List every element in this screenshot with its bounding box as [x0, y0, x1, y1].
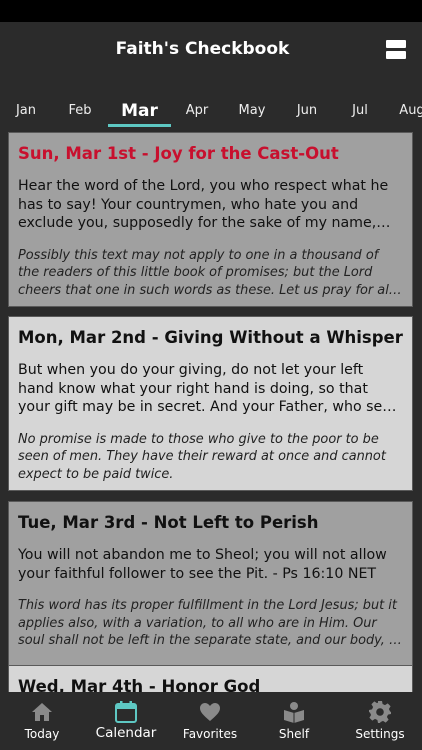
card-scripture: You will not abandon me to Sheol; you wi…	[18, 547, 387, 582]
devotion-card[interactable]: Mon, Mar 2nd - Giving Without a Whisper …	[8, 316, 413, 491]
tab-may[interactable]: May	[228, 94, 276, 130]
card-commentary: This word has its proper fulfillment in …	[18, 598, 402, 648]
tab-favorites[interactable]: Favorites	[168, 692, 252, 750]
tab-apr[interactable]: Apr	[173, 94, 221, 130]
app-header: Faith's Checkbook	[0, 22, 422, 94]
tab-label: Shelf	[278, 727, 310, 741]
tab-calendar[interactable]: Calendar	[84, 692, 168, 750]
active-tab-indicator	[108, 124, 171, 127]
tab-jul[interactable]: Jul	[336, 94, 384, 130]
tab-settings[interactable]: Settings	[338, 692, 422, 750]
bottom-tab-bar: Today Calendar Favorites Shelf Settings	[0, 692, 422, 750]
card-scripture: But when you do your giving, do not let …	[18, 362, 399, 415]
tab-jun[interactable]: Jun	[283, 94, 331, 130]
status-bar	[0, 0, 422, 22]
card-scripture: Hear the word of the Lord, you who respe…	[18, 178, 389, 231]
devotion-card[interactable]: Wed, Mar 4th - Honor God	[8, 665, 413, 692]
app-title: Faith's Checkbook	[115, 39, 290, 59]
tab-today[interactable]: Today	[0, 692, 84, 750]
devotion-card[interactable]: Tue, Mar 3rd - Not Left to Perish You wi…	[8, 501, 413, 676]
card-title: Tue, Mar 3rd - Not Left to Perish	[18, 513, 319, 532]
card-title: Mon, Mar 2nd - Giving Without a Whisper	[18, 328, 403, 347]
devotion-card[interactable]: Sun, Mar 1st - Joy for the Cast-Out Hear…	[8, 132, 413, 307]
home-icon	[32, 703, 52, 721]
tab-jan[interactable]: Jan	[2, 94, 50, 130]
tab-shelf[interactable]: Shelf	[252, 692, 336, 750]
card-title: Wed, Mar 4th - Honor God	[18, 677, 261, 692]
tab-aug[interactable]: Aug	[388, 94, 422, 130]
card-commentary: Possibly this text may not apply to one …	[18, 247, 393, 298]
book-reader-icon	[284, 702, 304, 723]
gear-icon	[369, 701, 391, 723]
devotion-list[interactable]: Sun, Mar 1st - Joy for the Cast-Out Hear…	[0, 130, 422, 692]
card-title: Sun, Mar 1st - Joy for the Cast-Out	[18, 144, 339, 163]
tab-feb[interactable]: Feb	[56, 94, 104, 130]
tab-label: Favorites	[182, 727, 238, 741]
month-tabs: Jan Feb Mar Apr May Jun Jul Aug	[0, 94, 422, 130]
tab-label: Today	[24, 727, 60, 741]
menu-icon[interactable]	[386, 40, 406, 60]
tab-label: Calendar	[95, 725, 157, 741]
calendar-icon	[115, 701, 137, 723]
tab-label: Settings	[355, 727, 405, 741]
heart-icon	[200, 703, 220, 721]
card-commentary: No promise is made to those who give to …	[18, 431, 386, 482]
